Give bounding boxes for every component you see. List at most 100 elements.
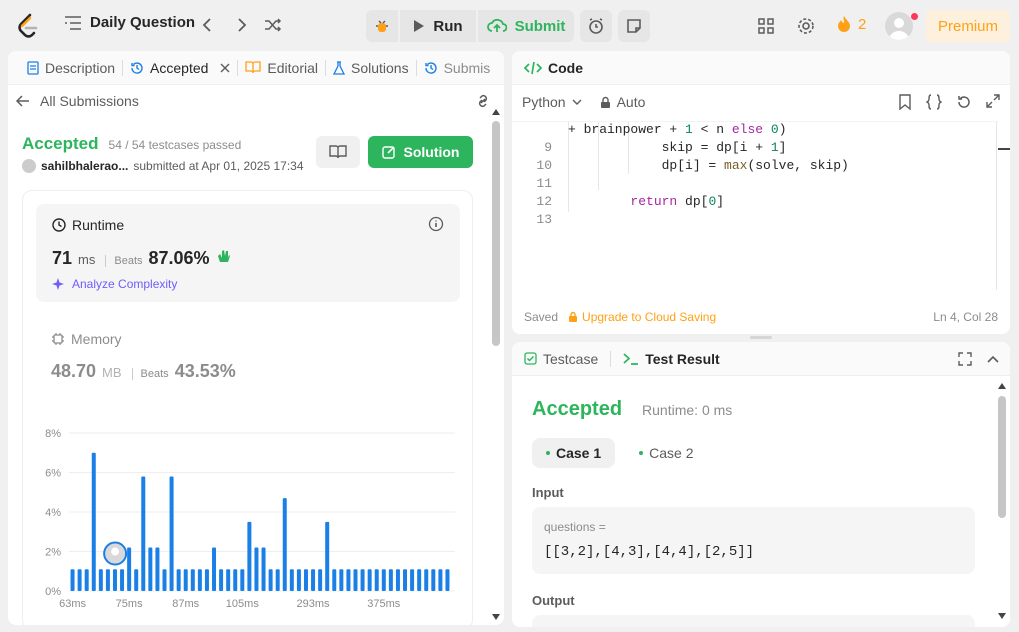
scroll-down-icon[interactable] [492,614,500,620]
chart-bar[interactable] [127,547,132,591]
chart-bar[interactable] [311,569,316,591]
chart-bar[interactable] [105,569,110,591]
chart-bar[interactable] [77,569,82,591]
chart-bar[interactable] [204,569,209,591]
chart-bar[interactable] [233,569,238,591]
chart-bar[interactable] [70,569,75,591]
tab-description[interactable]: Description [20,60,122,76]
reset-icon[interactable] [956,94,972,110]
chart-bar[interactable] [162,569,167,591]
scrollbar[interactable] [492,121,500,346]
grid-icon[interactable] [757,17,775,35]
chart-bar[interactable] [367,569,372,591]
run-button[interactable]: Run [400,10,476,42]
analyze-complexity-link[interactable]: Analyze Complexity [52,277,177,291]
chart-bar[interactable] [438,569,443,591]
chart-bar[interactable] [303,569,308,591]
fullscreen-icon[interactable] [958,352,972,366]
chart-bar[interactable] [332,569,337,591]
notebook-button[interactable] [316,136,360,168]
shuffle-icon[interactable] [264,17,282,33]
chart-bar[interactable] [388,569,393,591]
chart-bar[interactable] [240,569,245,591]
submit-button[interactable]: Submit [478,10,574,42]
chart-bar[interactable] [381,569,386,591]
tab-solutions[interactable]: Solutions [326,60,416,76]
scroll-up-icon[interactable] [998,383,1006,389]
tab-testcase[interactable]: Testcase [524,351,598,367]
chart-bar[interactable] [261,547,266,591]
chart-bar[interactable] [353,569,358,591]
chart-bar[interactable] [289,569,294,591]
daily-question[interactable]: Daily Question [64,14,195,31]
scrollbar[interactable] [998,396,1006,518]
language-select[interactable]: Python [522,94,582,110]
chart-bar[interactable] [275,569,280,591]
expand-icon[interactable] [986,94,1000,108]
chart-bar[interactable] [183,569,188,591]
avatar[interactable] [22,159,36,173]
gear-icon[interactable] [796,16,816,36]
tab-accepted[interactable]: Accepted [123,60,237,76]
tab-editorial[interactable]: Editorial [238,60,325,76]
braces-icon[interactable] [926,94,942,110]
chart-bar[interactable] [212,547,217,591]
chart-bar[interactable] [148,547,153,591]
tab-test-result[interactable]: Test Result [623,351,720,367]
solution-button[interactable]: Solution [368,136,473,168]
chart-bar[interactable] [91,452,96,591]
chevron-left-icon[interactable] [200,17,216,33]
chart-bar[interactable] [169,476,174,591]
tab-case-1[interactable]: Case 1 [532,438,616,468]
chart-bar[interactable] [98,569,103,591]
chart-bar[interactable] [247,521,252,591]
chart-bar[interactable] [417,569,422,591]
debug-button[interactable] [366,10,398,42]
bookmark-icon[interactable] [898,94,912,110]
chart-bar[interactable] [190,569,195,591]
timer-button[interactable] [580,10,612,42]
chart-bar[interactable] [84,569,89,591]
leetcode-logo-icon[interactable] [16,13,40,39]
notes-button[interactable] [618,10,650,42]
chart-bar[interactable] [141,476,146,591]
chart-bar[interactable] [226,569,231,591]
chart-bar[interactable] [282,498,287,591]
chart-bar[interactable] [395,569,400,591]
chart-bar[interactable] [360,569,365,591]
chart-bar[interactable] [325,521,330,591]
chart-bar[interactable] [318,569,323,591]
chevron-right-icon[interactable] [233,17,249,33]
chart-bar[interactable] [268,569,273,591]
input-box[interactable]: questions = [[3,2],[4,3],[4,4],[2,5]] [532,507,975,574]
chart-bar[interactable] [296,569,301,591]
info-icon[interactable] [428,216,444,232]
chart-bar[interactable] [410,569,415,591]
chart-bar[interactable] [176,569,181,591]
chart-bar[interactable] [112,569,117,591]
streak-counter[interactable]: 2 [836,15,866,33]
all-submissions-link[interactable]: All Submissions [16,93,139,109]
code-editor[interactable]: + brainpower + 1 < n else 0) 9 skip = dp… [512,121,1010,291]
upgrade-cloud-saving-link[interactable]: Upgrade to Cloud Saving [568,310,716,324]
chart-bar[interactable] [254,547,259,591]
tab-case-2[interactable]: Case 2 [625,438,707,468]
scroll-down-icon[interactable] [998,613,1006,619]
chart-bar[interactable] [155,547,160,591]
tab-submissions[interactable]: Submis [417,60,498,76]
premium-button[interactable]: Premium [926,10,1010,42]
scroll-up-icon[interactable] [492,109,500,115]
link-icon[interactable] [474,94,492,108]
chart-bar[interactable] [445,569,450,591]
output-box[interactable] [532,615,975,627]
chart-bar[interactable] [134,569,139,591]
panel-resize-handle[interactable] [750,336,772,339]
chart-bar[interactable] [424,569,429,591]
chart-bar[interactable] [339,569,344,591]
avatar[interactable] [885,12,913,40]
chart-bar[interactable] [219,569,224,591]
memory-header[interactable]: Memory [51,331,122,347]
close-icon[interactable] [220,63,230,73]
chart-bar[interactable] [120,569,125,591]
chart-bar[interactable] [431,569,436,591]
